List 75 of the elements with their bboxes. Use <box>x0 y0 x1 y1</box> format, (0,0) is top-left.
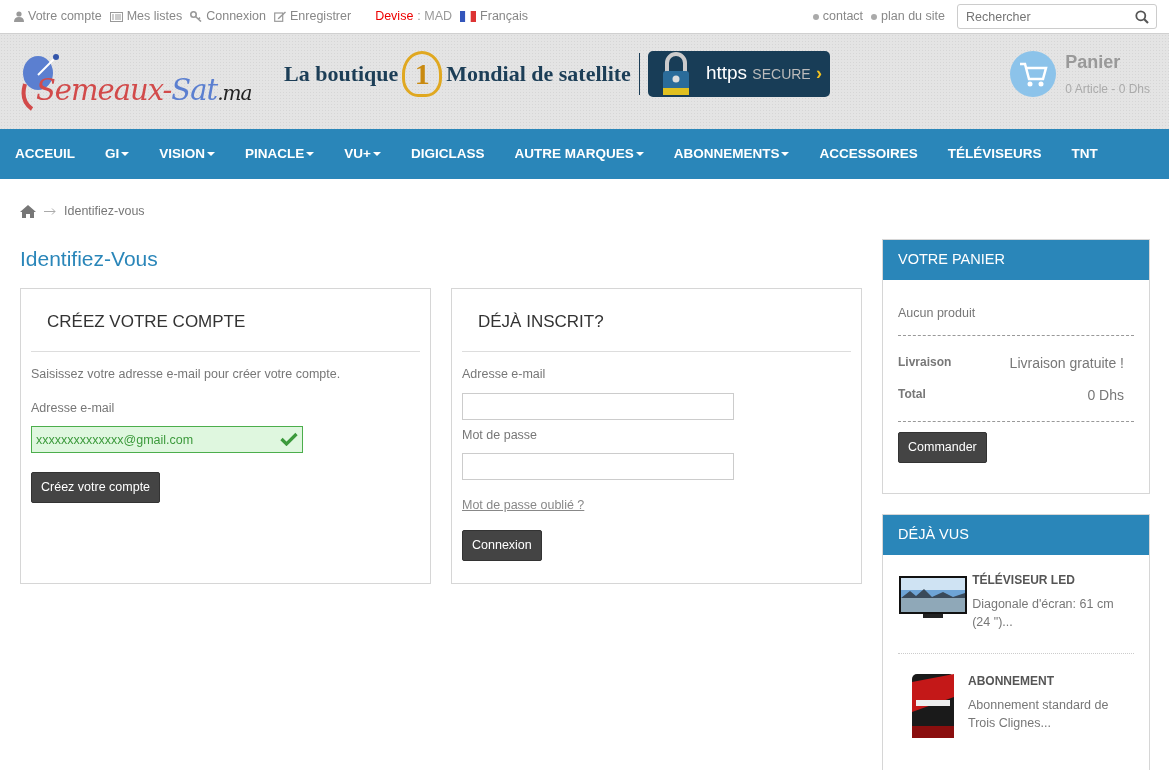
nav-item[interactable]: VU+ <box>344 143 396 165</box>
caret-icon <box>781 152 790 156</box>
breadcrumb-current: Identifiez-vous <box>64 203 145 220</box>
top-link[interactable]: Mes listes <box>109 7 183 26</box>
top-link[interactable]: Enregistrer <box>274 7 352 26</box>
home-icon[interactable] <box>20 204 36 218</box>
field-label: Adresse e-mail <box>462 365 547 383</box>
edit-icon <box>274 11 286 22</box>
password-field[interactable] <box>462 453 734 481</box>
site-logo[interactable]: Semeaux-Sat.ma <box>20 50 260 113</box>
currency-label: Devise <box>375 8 414 26</box>
banner-text: Mondial de satellite <box>446 60 631 88</box>
padlock-icon <box>661 51 690 96</box>
product-description: Abonnement standard de Trois Clignes... <box>968 697 1110 733</box>
panel-header: DÉJÀ VUS <box>883 515 1149 555</box>
caret-icon <box>207 152 216 156</box>
arrow-icon <box>44 207 56 215</box>
forgot-password-link[interactable]: Mot de passe oublié ? <box>462 496 585 515</box>
email-field[interactable] <box>462 392 734 420</box>
bullet-icon <box>871 13 878 20</box>
search-icon[interactable] <box>1135 10 1149 24</box>
field-label: Adresse e-mail <box>31 399 116 417</box>
top-link[interactable]: Votre compte <box>14 7 102 26</box>
summary-value: Livraison gratuite ! <box>1009 353 1124 373</box>
caret-icon <box>121 152 130 156</box>
checkout-button[interactable]: Commander <box>898 431 987 463</box>
secondary-link[interactable]: plan du site <box>871 7 945 26</box>
nav-item[interactable]: ACCESSOIRES <box>819 143 933 165</box>
nav-item[interactable]: VISION <box>159 143 231 165</box>
nav-item[interactable]: AUTRE MARQUES <box>514 143 659 165</box>
summary-label: Total <box>898 385 926 403</box>
key-icon <box>190 11 203 22</box>
panel-header: VOTRE PANIER <box>883 240 1149 280</box>
search-field[interactable]: Rechercher <box>957 4 1157 29</box>
check-icon <box>280 432 298 447</box>
caret-icon <box>635 152 644 156</box>
nav-item[interactable]: TNT <box>1071 143 1113 165</box>
flag-icon <box>460 11 477 22</box>
top-link[interactable]: Connexion <box>190 7 266 26</box>
medal-badge: 1 <box>402 50 443 97</box>
caret-icon <box>306 152 315 156</box>
list-icon <box>109 11 123 22</box>
banner-text: La boutique <box>284 60 399 88</box>
intro-text: Saisissez votre adresse e-mail pour créer votre compte. <box>31 365 342 383</box>
product-description: Diagonale d'écran: 61 cm (24 ")... <box>972 596 1115 632</box>
chevron-icon: › <box>815 60 822 87</box>
bullet-icon <box>812 13 819 20</box>
panel-title: DÉJÀ INSCRIT? <box>462 289 851 352</box>
cart-icon <box>1009 49 1058 98</box>
login-button[interactable]: Connexion <box>462 530 542 561</box>
language-link[interactable]: Français <box>460 7 529 26</box>
secure-badge[interactable]: https SECURE › <box>647 50 830 97</box>
nav-item[interactable]: TÉLÉVISEURS <box>947 143 1057 165</box>
email-field[interactable]: xxxxxxxxxxxxxx@gmail.com <box>31 426 303 454</box>
create-account-button[interactable]: Créez votre compte <box>31 472 161 503</box>
page-title: Identifiez-Vous <box>20 245 159 272</box>
nav-item[interactable]: DIGICLASS <box>410 143 500 165</box>
empty-cart-text: Aucun produit <box>898 305 977 322</box>
nav-item[interactable]: ABONNEMENTS <box>673 143 805 165</box>
logo-text: Semeaux-Sat.ma <box>36 72 252 109</box>
secondary-link[interactable]: contact <box>812 7 864 26</box>
summary-value: 0 Dhs <box>1087 385 1124 405</box>
currency-value[interactable]: : MAD <box>417 7 453 26</box>
nav-item[interactable]: PINACLE <box>245 143 330 165</box>
user-icon <box>14 11 24 22</box>
cart-title: Panier <box>1065 51 1122 74</box>
summary-label: Livraison <box>898 353 952 371</box>
nav-item[interactable]: ACCEUIL <box>15 143 90 165</box>
nav-item[interactable]: GI <box>105 143 145 165</box>
field-label: Mot de passe <box>462 426 539 444</box>
product-name[interactable]: TÉLÉVISEUR LED <box>972 571 1134 589</box>
caret-icon <box>372 152 381 156</box>
panel-title: CRÉEZ VOTRE COMPTE <box>31 289 420 352</box>
secure-text: https SECURE <box>705 61 811 86</box>
product-name[interactable]: ABONNEMENT <box>968 672 1134 691</box>
